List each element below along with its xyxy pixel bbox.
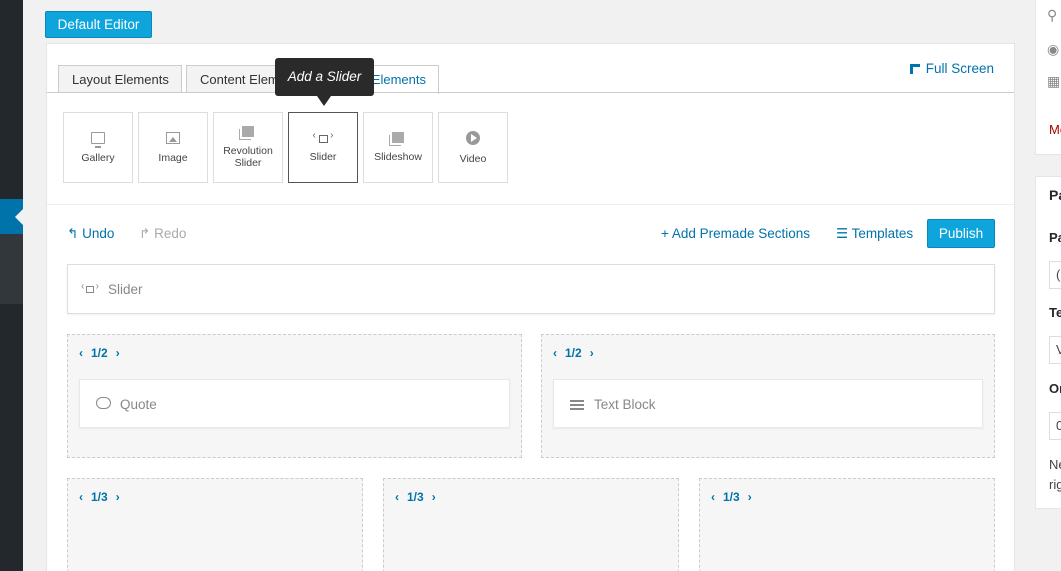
element-video[interactable]: Video bbox=[438, 112, 508, 183]
undo-button[interactable]: ↰ Undo bbox=[67, 226, 114, 242]
element-label: Video bbox=[459, 152, 487, 165]
admin-sidebar bbox=[0, 0, 23, 571]
panel-title: Pa bbox=[1049, 187, 1061, 203]
fullscreen-button[interactable]: Full Screen bbox=[909, 61, 994, 76]
order-label: Or bbox=[1049, 381, 1061, 396]
slider-icon bbox=[313, 130, 333, 143]
text-block-icon bbox=[570, 400, 584, 410]
chevron-left-icon[interactable]: ‹ bbox=[79, 490, 83, 504]
media-element-list: Gallery Image Revolution Slider Slider S… bbox=[63, 112, 508, 183]
page-attributes-panel: Pa Pa ( Te V Or 0 Ne rig bbox=[1035, 176, 1061, 509]
element-gallery[interactable]: Gallery bbox=[63, 112, 133, 183]
calendar-icon: ▦ bbox=[1047, 73, 1061, 89]
parent-label: Pa bbox=[1049, 230, 1061, 245]
publish-panel: ⚲ ◉ ▦ Mo bbox=[1035, 0, 1061, 155]
play-icon bbox=[466, 130, 480, 145]
order-input[interactable]: 0 bbox=[1049, 412, 1061, 440]
add-premade-sections-button[interactable]: + Add Premade Sections bbox=[661, 226, 810, 241]
slider-element-block[interactable]: Slider bbox=[67, 264, 995, 314]
monitor-icon bbox=[91, 131, 105, 148]
column-fraction: 1/3 bbox=[407, 490, 424, 504]
chevron-right-icon[interactable]: › bbox=[116, 346, 120, 360]
redo-label: Redo bbox=[154, 226, 187, 241]
fullscreen-icon bbox=[909, 63, 920, 74]
help-text-line2: rig bbox=[1049, 477, 1061, 492]
text-block-label: Text Block bbox=[594, 397, 656, 412]
column-size-control[interactable]: ‹ 1/2 › bbox=[553, 346, 594, 360]
element-label: Gallery bbox=[81, 151, 115, 164]
column-fraction: 1/2 bbox=[565, 346, 582, 360]
slider-block-label: Slider bbox=[108, 282, 143, 297]
template-select[interactable]: V bbox=[1049, 336, 1061, 364]
redo-icon: ↱ bbox=[139, 226, 151, 241]
chevron-left-icon[interactable]: ‹ bbox=[711, 490, 715, 504]
templates-button[interactable]: ☰ Templates bbox=[836, 226, 913, 242]
element-tabs: Layout Elements Content Elements Media E… bbox=[47, 44, 1014, 94]
page-builder: Layout Elements Content Elements Media E… bbox=[46, 43, 1015, 571]
column-size-control[interactable]: ‹ 1/3 › bbox=[79, 490, 120, 504]
undo-label: Undo bbox=[82, 226, 115, 241]
chevron-left-icon[interactable]: ‹ bbox=[79, 346, 83, 360]
column-third[interactable]: ‹ 1/3 › bbox=[67, 478, 363, 571]
undo-icon: ↰ bbox=[67, 226, 79, 241]
templates-icon: ☰ bbox=[836, 226, 849, 241]
column-third[interactable]: ‹ 1/3 › bbox=[699, 478, 995, 571]
element-image[interactable]: Image bbox=[138, 112, 208, 183]
slider-icon bbox=[81, 281, 99, 293]
stack-icon bbox=[392, 132, 404, 143]
element-label: Slider bbox=[309, 150, 337, 163]
quote-icon bbox=[96, 397, 111, 409]
redo-button[interactable]: ↱ Redo bbox=[139, 226, 186, 242]
move-to-trash-link[interactable]: Mo bbox=[1049, 122, 1061, 137]
column-fraction: 1/2 bbox=[91, 346, 108, 360]
chevron-left-icon[interactable]: ‹ bbox=[553, 346, 557, 360]
admin-menu-active-item[interactable] bbox=[0, 199, 23, 234]
element-label: Slideshow bbox=[374, 151, 422, 163]
element-label: Revolution Slider bbox=[223, 145, 273, 169]
chevron-right-icon[interactable]: › bbox=[432, 490, 436, 504]
quote-element-block[interactable]: Quote bbox=[79, 379, 510, 428]
default-editor-button[interactable]: Default Editor bbox=[45, 11, 152, 38]
templates-label: Templates bbox=[851, 226, 914, 241]
column-size-control[interactable]: ‹ 1/2 › bbox=[79, 346, 120, 360]
column-half[interactable]: ‹ 1/2 › Text Block bbox=[541, 334, 995, 458]
column-third[interactable]: ‹ 1/3 › bbox=[383, 478, 679, 571]
text-block-element[interactable]: Text Block bbox=[553, 379, 983, 428]
help-text-line1: Ne bbox=[1049, 457, 1061, 472]
chevron-left-icon[interactable]: ‹ bbox=[395, 490, 399, 504]
column-fraction: 1/3 bbox=[723, 490, 740, 504]
eye-icon: ◉ bbox=[1047, 41, 1060, 57]
key-icon: ⚲ bbox=[1047, 7, 1058, 23]
plus-icon: + bbox=[661, 226, 669, 241]
element-revolution-slider[interactable]: Revolution Slider bbox=[213, 112, 283, 183]
tab-layout-elements[interactable]: Layout Elements bbox=[58, 65, 182, 93]
template-label: Te bbox=[1049, 305, 1061, 320]
chevron-right-icon[interactable]: › bbox=[116, 490, 120, 504]
admin-submenu bbox=[0, 234, 23, 304]
image-icon bbox=[166, 131, 180, 144]
quote-label: Quote bbox=[120, 397, 157, 412]
chevron-right-icon[interactable]: › bbox=[748, 490, 752, 504]
element-label: Image bbox=[158, 151, 188, 164]
stack-icon bbox=[242, 126, 254, 137]
add-slider-tooltip: Add a Slider bbox=[275, 58, 374, 106]
section-divider bbox=[47, 204, 1014, 205]
chevron-right-icon[interactable]: › bbox=[590, 346, 594, 360]
element-slideshow[interactable]: Slideshow bbox=[363, 112, 433, 183]
column-size-control[interactable]: ‹ 1/3 › bbox=[711, 490, 752, 504]
column-half[interactable]: ‹ 1/2 › Quote bbox=[67, 334, 522, 458]
tabs-divider bbox=[47, 92, 1014, 93]
publish-button[interactable]: Publish bbox=[927, 219, 995, 248]
parent-select[interactable]: ( bbox=[1049, 261, 1061, 289]
column-fraction: 1/3 bbox=[91, 490, 108, 504]
column-size-control[interactable]: ‹ 1/3 › bbox=[395, 490, 436, 504]
fullscreen-label: Full Screen bbox=[925, 61, 994, 76]
premade-label: Add Premade Sections bbox=[671, 226, 810, 241]
element-slider[interactable]: Slider bbox=[288, 112, 358, 183]
